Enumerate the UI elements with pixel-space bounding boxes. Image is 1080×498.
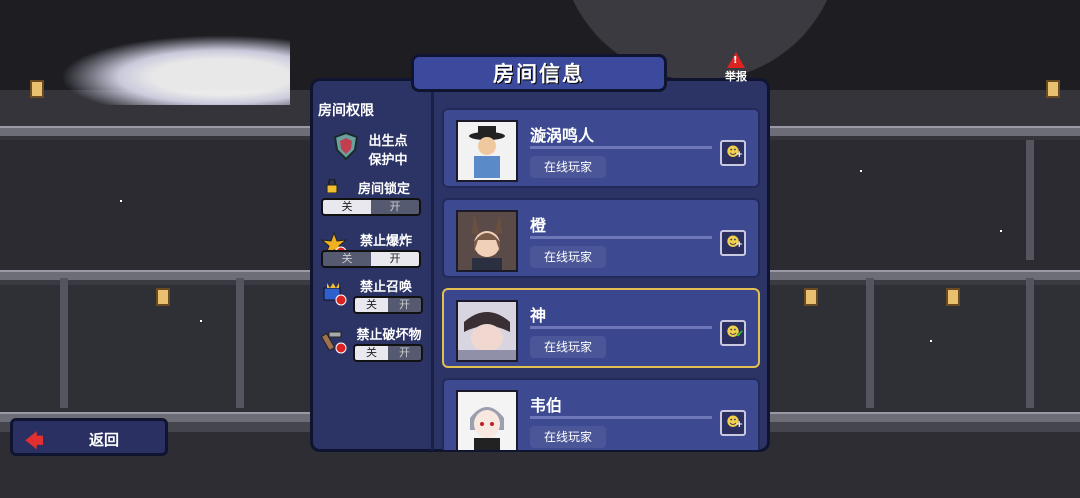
warning-icon: !: [727, 52, 745, 68]
no-summon-label: 禁止召唤: [359, 280, 412, 295]
add-friend-button[interactable]: ☻ +: [720, 230, 746, 256]
player-name: 漩涡鸣人: [530, 126, 595, 145]
player-avatar: [456, 390, 518, 450]
player-status: 在线玩家: [530, 156, 606, 178]
room-lock-toggle[interactable]: 关 开: [321, 198, 421, 216]
lantern: [1046, 80, 1060, 98]
player-list[interactable]: 漩涡鸣人 在线玩家 ☻ + 橙 在线玩家 ☻ + 神 在线玩家 ☻ ✔ 韦伯 在线玩家…: [438, 106, 766, 450]
plus-icon: +: [735, 240, 743, 250]
player-card[interactable]: 漩涡鸣人 在线玩家 ☻ +: [442, 108, 760, 188]
player-status: 在线玩家: [530, 426, 606, 448]
name-underline: [530, 416, 712, 419]
lock-icon: [325, 178, 339, 194]
name-underline: [530, 326, 712, 329]
shield-icon: [333, 131, 359, 161]
check-icon: ✔: [735, 329, 744, 340]
support-post: [866, 278, 874, 408]
friend-added-button[interactable]: ☻ ✔: [720, 320, 746, 346]
player-status: 在线玩家: [530, 336, 606, 358]
player-avatar: [456, 300, 518, 362]
report-button[interactable]: ! 举报: [718, 52, 754, 84]
lantern: [804, 288, 818, 306]
room-lock-label: 房间锁定: [357, 182, 410, 197]
plus-icon: +: [735, 150, 743, 160]
player-name: 神: [530, 306, 547, 325]
no-destroy-toggle[interactable]: 关 开: [353, 344, 423, 362]
player-name: 韦伯: [530, 396, 563, 415]
lantern: [156, 288, 170, 306]
back-arrow-icon: 🡄: [25, 431, 44, 452]
player-name: 橙: [530, 216, 547, 235]
no-explosion-label: 禁止爆炸: [359, 234, 412, 249]
support-post: [60, 278, 68, 408]
name-underline: [530, 146, 712, 149]
panel-title: 房间信息: [411, 54, 667, 92]
lantern: [946, 288, 960, 306]
player-avatar: [456, 210, 518, 272]
back-label: 返回: [89, 431, 120, 449]
no-explosion-toggle[interactable]: 关 开: [321, 250, 421, 268]
summon-icon: [321, 280, 347, 306]
player-avatar: [456, 120, 518, 182]
support-post: [236, 278, 244, 408]
destroy-icon: [320, 328, 347, 354]
name-underline: [530, 236, 712, 239]
player-status: 在线玩家: [530, 246, 606, 268]
add-friend-button[interactable]: ☻ +: [720, 140, 746, 166]
support-post: [1026, 278, 1034, 408]
spawn-protection-label: 出生点 保护中: [368, 134, 408, 168]
player-card-selected[interactable]: 神 在线玩家 ☻ ✔: [442, 288, 760, 368]
permissions-title: 房间权限: [318, 103, 374, 119]
angel-wings-decoration: [60, 35, 290, 105]
room-permissions-sidebar: 房间权限 出生点 保护中 房间锁定 关 开 禁止爆炸 关 开 禁止召唤 关 开 …: [313, 92, 431, 450]
player-card[interactable]: 橙 在线玩家 ☻ +: [442, 198, 760, 278]
plus-icon: +: [735, 420, 743, 430]
add-friend-button[interactable]: ☻ +: [720, 410, 746, 436]
support-post: [1026, 140, 1034, 260]
back-button[interactable]: 🡄 返回: [10, 418, 168, 456]
panel-divider: [431, 92, 434, 450]
lantern: [30, 80, 44, 98]
no-destroy-label: 禁止破坏物: [356, 328, 422, 343]
no-summon-toggle[interactable]: 关 开: [353, 296, 423, 314]
player-card[interactable]: 韦伯 在线玩家 ☻ +: [442, 378, 760, 450]
report-label: 举报: [725, 70, 747, 83]
